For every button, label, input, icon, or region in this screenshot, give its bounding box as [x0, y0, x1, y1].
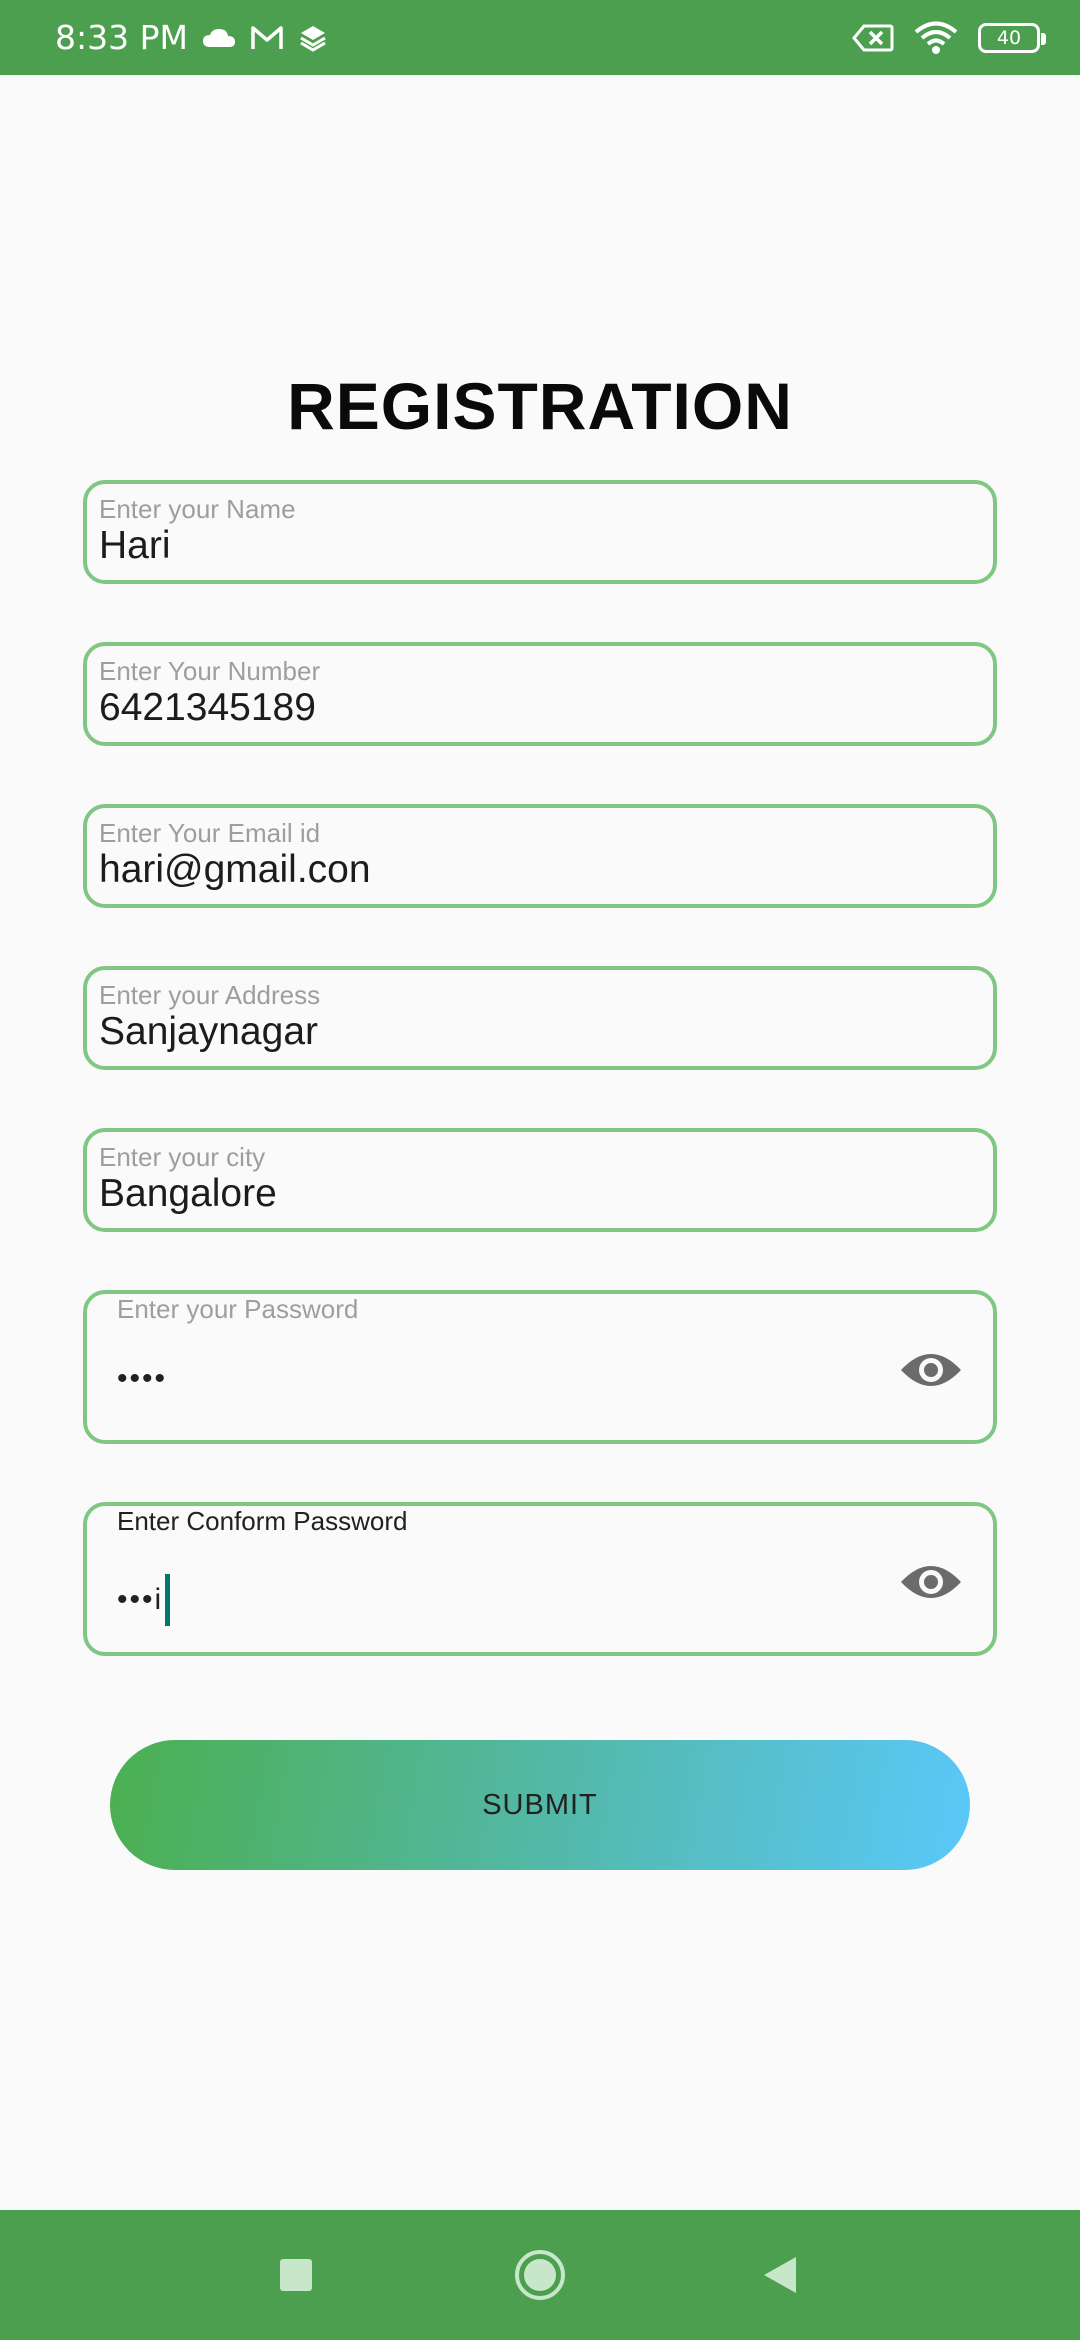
recent-apps-icon: [280, 2259, 312, 2291]
page-title: REGISTRATION: [287, 369, 793, 443]
confirm-password-wrap: •••i: [117, 1574, 171, 1626]
show-confirm-password-icon[interactable]: [899, 1562, 963, 1602]
city-hint: Enter your city: [99, 1142, 266, 1172]
confirm-password-value: •••i: [117, 1583, 164, 1616]
navigation-bar: [0, 2210, 1080, 2340]
password-hint: Enter your Password: [117, 1294, 359, 1324]
number-value: 6421345189: [99, 686, 316, 729]
address-field[interactable]: Enter your Address Sanjaynagar: [83, 966, 997, 1070]
status-right: 40: [852, 21, 1046, 55]
status-bar: 8:33 PM 40: [0, 0, 1080, 75]
home-icon: [515, 2250, 565, 2300]
confirm-password-field[interactable]: Enter Conform Password •••i: [83, 1502, 997, 1656]
back-icon: [764, 2257, 796, 2293]
gmail-icon: [250, 25, 284, 51]
cloud-icon: [202, 27, 236, 49]
confirm-password-hint: Enter Conform Password: [117, 1506, 408, 1536]
number-hint: Enter Your Number: [99, 656, 321, 686]
name-field[interactable]: Enter your Name Hari: [83, 480, 997, 584]
battery-icon: 40: [978, 22, 1046, 53]
address-value: Sanjaynagar: [99, 1010, 318, 1053]
text-cursor: [165, 1574, 171, 1626]
name-value: Hari: [99, 524, 171, 567]
home-button[interactable]: [480, 2210, 600, 2340]
submit-button[interactable]: SUBMIT: [110, 1740, 970, 1870]
data-saver-icon: [852, 23, 894, 53]
layers-icon: [298, 23, 328, 53]
recent-apps-button[interactable]: [236, 2210, 356, 2340]
city-value: Bangalore: [99, 1172, 277, 1215]
email-field[interactable]: Enter Your Email id hari@gmail.con: [83, 804, 997, 908]
wifi-icon: [914, 21, 958, 55]
status-time: 8:33 PM: [55, 18, 188, 57]
address-hint: Enter your Address: [99, 980, 321, 1010]
show-password-icon[interactable]: [899, 1350, 963, 1390]
city-field[interactable]: Enter your city Bangalore: [83, 1128, 997, 1232]
status-left: 8:33 PM: [55, 18, 328, 57]
name-hint: Enter your Name: [99, 494, 296, 524]
email-hint: Enter Your Email id: [99, 818, 321, 848]
back-button[interactable]: [720, 2210, 840, 2340]
email-value: hari@gmail.con: [99, 848, 371, 891]
password-field[interactable]: Enter your Password ••••: [83, 1290, 997, 1444]
number-field[interactable]: Enter Your Number 6421345189: [83, 642, 997, 746]
password-value: ••••: [117, 1362, 168, 1395]
